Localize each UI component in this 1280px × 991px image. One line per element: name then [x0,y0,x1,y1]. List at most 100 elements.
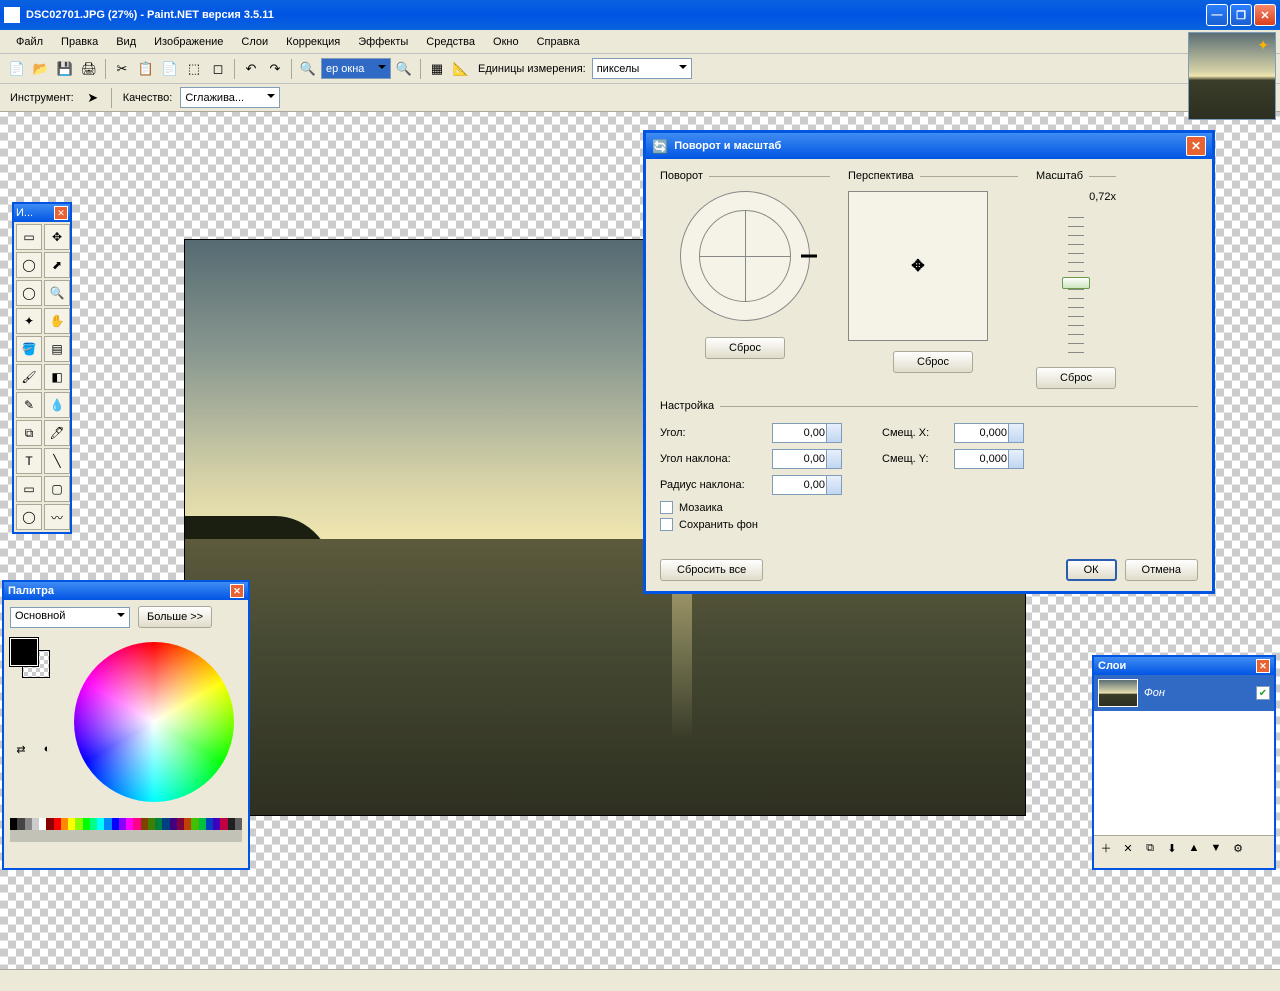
palette-cell[interactable] [97,830,104,842]
layer-up-button[interactable]: ▲ [1184,838,1204,858]
palette-cell[interactable] [133,830,140,842]
open-button[interactable]: 📂 [30,58,52,80]
menu-file[interactable]: Файл [8,33,51,51]
menu-tools[interactable]: Средства [418,33,483,51]
tool-rounded-rect[interactable]: ▢ [44,476,70,502]
palette-cell[interactable] [191,818,198,830]
merge-layer-button[interactable]: ⬇ [1162,838,1182,858]
palette-cell[interactable] [220,830,227,842]
dialog-close-button[interactable]: ✕ [1186,136,1206,156]
add-layer-button[interactable]: ＋ [1096,838,1116,858]
more-button[interactable]: Больше >> [138,606,212,628]
current-tool-button[interactable]: ➤ [82,87,104,109]
palette-cell[interactable] [213,830,220,842]
palette-cell[interactable] [97,818,104,830]
palette-cell[interactable] [32,818,39,830]
perspective-reset-button[interactable]: Сброс [893,351,973,373]
palette-cell[interactable] [170,818,177,830]
primary-color[interactable] [10,638,38,666]
tool-recolor[interactable]: 🖊 [44,420,70,446]
menu-window[interactable]: Окно [485,33,527,51]
tool-fill[interactable]: 🪣 [16,336,42,362]
palette-cell[interactable] [54,818,61,830]
tilt-angle-input[interactable]: 0,00 [772,449,842,469]
layer-down-button[interactable]: ▼ [1206,838,1226,858]
redo-button[interactable]: ↷ [264,58,286,80]
palette-cell[interactable] [141,818,148,830]
tool-freeform[interactable]: 〰 [44,504,70,530]
keep-bg-checkbox[interactable] [660,518,673,531]
palette-cell[interactable] [25,830,32,842]
palette-cell[interactable] [46,818,53,830]
undo-button[interactable]: ↶ [240,58,262,80]
layer-visible-checkbox[interactable]: ✔ [1256,686,1270,700]
color-mode-combo[interactable]: Основной [10,607,130,628]
layers-close-button[interactable]: ✕ [1256,659,1270,673]
palette-cell[interactable] [68,830,75,842]
palette-cell[interactable] [75,830,82,842]
palette-cell[interactable] [75,818,82,830]
rotation-indicator[interactable] [801,255,817,258]
palette-cell[interactable] [206,830,213,842]
paste-button[interactable]: 📄 [159,58,181,80]
palette-cell[interactable] [199,830,206,842]
colors-window-header[interactable]: Палитра ✕ [4,582,248,600]
offset-y-input[interactable]: 0,000 [954,449,1024,469]
tool-ellipse-select[interactable]: ◯ [16,280,42,306]
palette-cell[interactable] [184,818,191,830]
dialog-header[interactable]: 🔄 Поворот и масштаб ✕ [646,133,1212,159]
minimize-button[interactable]: — [1206,4,1228,26]
swap-colors-button[interactable]: ⇄ [10,738,32,760]
tool-picker[interactable]: 💧 [44,392,70,418]
palette-cell[interactable] [104,818,111,830]
menu-edit[interactable]: Правка [53,33,106,51]
palette-cell[interactable] [83,830,90,842]
ruler-button[interactable]: 📐 [450,58,472,80]
palette-cell[interactable] [104,830,111,842]
duplicate-layer-button[interactable]: ⧉ [1140,838,1160,858]
palette-cell[interactable] [39,830,46,842]
palette-cell[interactable] [162,818,169,830]
angle-input[interactable]: 0,00 [772,423,842,443]
palette-cell[interactable] [191,830,198,842]
perspective-control[interactable]: ✥ [848,191,988,341]
tool-zoom[interactable]: 🔍 [44,280,70,306]
palette-cell[interactable] [220,818,227,830]
palette-cell[interactable] [162,830,169,842]
palette-cell[interactable] [235,830,242,842]
palette-cell[interactable] [148,830,155,842]
tool-rect-select[interactable]: ▭ [16,224,42,250]
rotation-control[interactable] [680,191,810,321]
palette-cell[interactable] [112,830,119,842]
palette-cell[interactable] [25,818,32,830]
tool-gradient[interactable]: ▤ [44,336,70,362]
palette-cell[interactable] [126,830,133,842]
palette-cell[interactable] [126,818,133,830]
layers-window-header[interactable]: Слои ✕ [1094,657,1274,675]
palette-cell[interactable] [228,818,235,830]
delete-layer-button[interactable]: ✕ [1118,838,1138,858]
rotation-reset-button[interactable]: Сброс [705,337,785,359]
palette-cell[interactable] [184,830,191,842]
palette-cell[interactable] [133,818,140,830]
zoom-out-button[interactable]: 🔍 [297,58,319,80]
deselect-button[interactable]: ◻ [207,58,229,80]
palette-cell[interactable] [235,818,242,830]
palette-cell[interactable] [17,818,24,830]
palette-cell[interactable] [61,818,68,830]
scale-slider[interactable] [1068,209,1084,359]
palette-strip-2[interactable] [10,830,242,842]
palette-cell[interactable] [39,818,46,830]
tool-magic-wand[interactable]: ✦ [16,308,42,334]
menu-effects[interactable]: Эффекты [350,33,416,51]
tool-brush[interactable]: 🖌 [16,364,42,390]
tool-rect[interactable]: ▭ [16,476,42,502]
reset-colors-button[interactable]: ◐ [36,738,58,760]
units-combo[interactable]: пикселы [592,58,692,79]
palette-cell[interactable] [90,818,97,830]
tool-line[interactable]: ╲ [44,448,70,474]
color-swatches[interactable] [10,638,54,678]
tool-pencil[interactable]: ✎ [16,392,42,418]
palette-cell[interactable] [83,818,90,830]
document-thumbnail[interactable]: ✦ [1188,32,1276,120]
